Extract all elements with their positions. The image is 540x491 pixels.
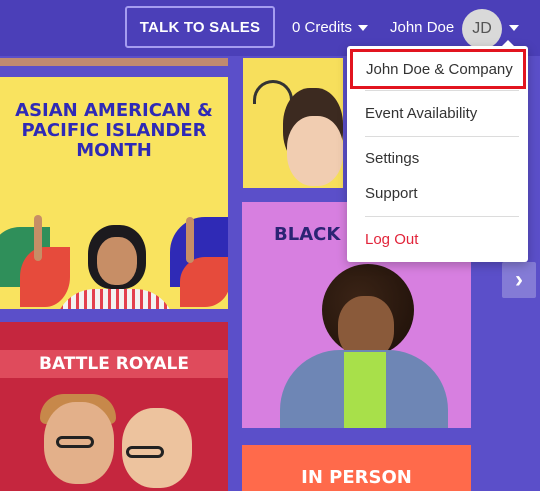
event-card-partial[interactable] [243, 58, 343, 188]
card-title: IN PERSON [301, 467, 412, 488]
avatar[interactable]: JD [462, 9, 502, 49]
chevron-right-icon[interactable]: › [502, 262, 536, 298]
menu-item-logout[interactable]: Log Out [365, 231, 418, 248]
divider [365, 216, 519, 217]
chevron-down-icon[interactable] [509, 25, 519, 31]
chevron-down-icon [358, 24, 369, 31]
divider [365, 136, 519, 137]
event-card-aapi[interactable]: ASIAN AMERICAN & PACIFIC ISLANDER MONTH [0, 77, 228, 309]
divider [365, 90, 519, 91]
menu-item-company[interactable]: John Doe & Company [350, 49, 526, 89]
event-card-battle-royale[interactable]: BATTLE ROYALE [0, 322, 228, 491]
credits-dropdown[interactable]: 0 Credits [292, 19, 369, 36]
menu-item-support[interactable]: Support [365, 185, 418, 202]
talk-to-sales-button[interactable]: TALK TO SALES [125, 6, 275, 48]
user-name[interactable]: John Doe [390, 19, 454, 36]
credits-label: 0 Credits [292, 19, 353, 36]
card-title: BATTLE ROYALE [0, 350, 228, 378]
event-card-partial[interactable] [0, 58, 228, 66]
menu-item-event-availability[interactable]: Event Availability [365, 105, 477, 122]
event-card-in-person[interactable]: IN PERSON [242, 445, 471, 491]
card-title: ASIAN AMERICAN & PACIFIC ISLANDER MONTH [15, 100, 213, 161]
user-dropdown-menu: John Doe & Company Event Availability Se… [347, 40, 528, 262]
menu-item-settings[interactable]: Settings [365, 150, 419, 167]
